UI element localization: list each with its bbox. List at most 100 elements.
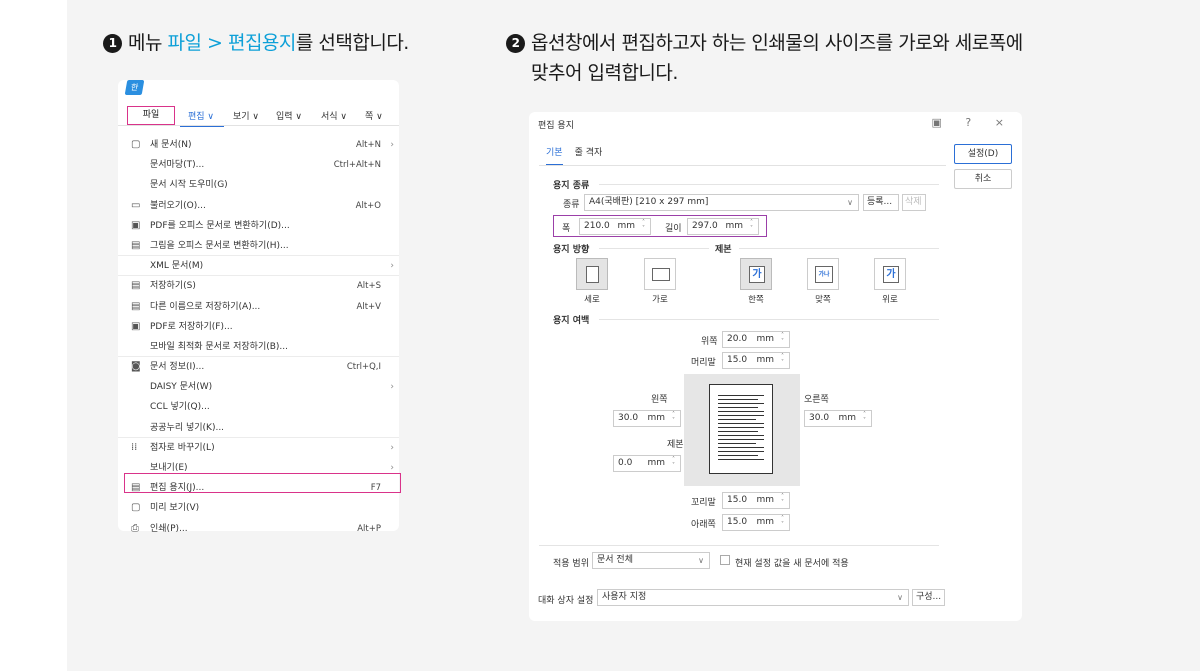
- delete-button[interactable]: 삭제: [902, 194, 926, 211]
- file-menu-item[interactable]: ⁞⁞ 점자로 바꾸기(L) ›: [118, 438, 399, 458]
- file-menu-item[interactable]: ◙ 문서 정보(I)... Ctrl+Q,I: [118, 357, 399, 377]
- file-menu-item[interactable]: ▢ 미리 보기(V): [118, 498, 399, 518]
- section-margins: 용지 여백: [553, 316, 590, 326]
- margin-right-input[interactable]: 30.0 mm ˄ ˅: [804, 410, 872, 427]
- binding-top-icon: 가: [883, 266, 899, 283]
- file-menu-item[interactable]: DAISY 문서(W) ›: [118, 377, 399, 397]
- menu-page[interactable]: 쪽 ∨: [365, 109, 383, 122]
- file-menu-item-label: 문서 정보(I)...: [150, 362, 205, 373]
- dialog-window-controls[interactable]: ▣ ? ×: [932, 116, 1014, 129]
- spin-icon[interactable]: ˄ ˅: [669, 412, 678, 425]
- binding-top-button[interactable]: 가: [874, 258, 906, 290]
- section-orientation: 용지 방향: [553, 245, 590, 255]
- portrait-button[interactable]: [576, 258, 608, 290]
- file-menu-item[interactable]: 문서마당(T)... Ctrl+Alt+N: [118, 155, 399, 175]
- file-menu-item[interactable]: ▤ 편집 용지(J)... F7: [118, 478, 399, 498]
- menu-view[interactable]: 보기 ∨: [233, 109, 259, 122]
- shortcut-label: F7: [370, 483, 381, 494]
- tab-basic[interactable]: 기본: [546, 145, 563, 166]
- margin-top-label: 위쪽: [701, 337, 718, 347]
- file-menu-item[interactable]: 보내기(E) ›: [118, 458, 399, 478]
- menu-file[interactable]: 파일: [127, 106, 175, 125]
- spin-icon[interactable]: ˄ ˅: [778, 354, 787, 367]
- spin-icon[interactable]: ˄ ˅: [860, 412, 869, 425]
- file-menu-item[interactable]: CCL 넣기(Q)...: [118, 397, 399, 417]
- binding-single-button[interactable]: 가: [740, 258, 772, 290]
- file-menu-item[interactable]: ▣ PDF로 저장하기(F)...: [118, 317, 399, 337]
- step-1-highlight: 파일 > 편집용지: [167, 32, 297, 54]
- margin-top-input[interactable]: 20.0 mm ˄ ˅: [722, 331, 790, 348]
- file-menu-item[interactable]: ▭ 불러오기(O)... Alt+O: [118, 196, 399, 216]
- dialog-settings-value: 사용자 지정: [602, 592, 647, 602]
- margin-header-input[interactable]: 15.0 mm ˄ ˅: [722, 352, 790, 369]
- shortcut-label: Alt+S: [356, 281, 381, 292]
- file-menu-item-label: 다른 이름으로 저장하기(A)...: [150, 301, 261, 312]
- stage: { "steps": { "step1": { "num": "1", "pre…: [0, 0, 1200, 671]
- portrait-label: 세로: [584, 295, 600, 305]
- file-menu-item-label: XML 문서(M): [150, 261, 204, 272]
- spin-icon[interactable]: ˄ ˅: [778, 494, 787, 507]
- portrait-icon: [586, 266, 599, 283]
- spin-icon[interactable]: ˄ ˅: [778, 516, 787, 529]
- preview-line: [718, 427, 764, 428]
- menu-edit[interactable]: 편집 ∨: [188, 109, 214, 122]
- pdf-icon: ▣: [131, 219, 141, 231]
- margin-bottom-input[interactable]: 15.0 mm ˄ ˅: [722, 514, 790, 531]
- file-menu-item[interactable]: 공공누리 넣기(K)...: [118, 418, 399, 438]
- preview-line: [718, 459, 764, 460]
- file-menu-item-label: DAISY 문서(W): [150, 382, 213, 393]
- step-2-caption: 2 옵션창에서 편집하고자 하는 인쇄물의 사이즈를 가로와 세로폭에 맞추어 입…: [506, 28, 1023, 88]
- file-menu-item-label: 그림을 오피스 문서로 변환하기(H)...: [150, 240, 289, 251]
- file-menu-item[interactable]: XML 문서(M) ›: [118, 256, 399, 277]
- configure-button[interactable]: 구성...: [912, 589, 945, 606]
- margin-gutter-value: 0.0: [618, 458, 633, 468]
- chevron-right-icon: ›: [390, 140, 394, 150]
- file-menu-item-label: 인쇄(P)...: [150, 523, 188, 534]
- dialog-settings-select[interactable]: 사용자 지정 ∨: [597, 589, 909, 606]
- preview-line: [718, 423, 764, 424]
- margin-footer-input[interactable]: 15.0 mm ˄ ˅: [722, 492, 790, 509]
- preview-line: [718, 455, 758, 456]
- chevron-right-icon: ›: [390, 382, 394, 393]
- margin-gutter-label: 제본: [667, 440, 684, 450]
- step-2-number: 2: [506, 34, 525, 53]
- section-line: [739, 248, 939, 249]
- file-menu-item[interactable]: ▤ 저장하기(S) Alt+S: [118, 276, 399, 296]
- landscape-label: 가로: [652, 295, 668, 305]
- apply-range-select[interactable]: 문서 전체 ∨: [592, 552, 710, 569]
- preview-line: [718, 443, 756, 444]
- doc-info-icon: ◙: [131, 361, 141, 373]
- margin-footer-unit: mm: [756, 495, 774, 505]
- tab-grid[interactable]: 줄 격자: [575, 145, 603, 164]
- file-menu-item-label: 보내기(E): [150, 463, 188, 473]
- cancel-button[interactable]: 취소: [954, 169, 1012, 189]
- file-menu-item[interactable]: ▤ 그림을 오피스 문서로 변환하기(H)...: [118, 236, 399, 257]
- file-menu-item[interactable]: 모바일 최적화 문서로 저장하기(B)...: [118, 337, 399, 358]
- chevron-right-icon: ›: [390, 463, 394, 473]
- margin-left-input[interactable]: 30.0 mm ˄ ˅: [613, 410, 681, 427]
- binding-top-label: 위로: [882, 295, 898, 305]
- margin-gutter-input[interactable]: 0.0 mm ˄ ˅: [613, 455, 681, 472]
- register-button[interactable]: 등록...: [863, 194, 899, 211]
- file-menu-item[interactable]: ⎙ 인쇄(P)... Alt+P: [118, 519, 399, 539]
- file-menu-item[interactable]: 문서 시작 도우미(G): [118, 175, 399, 195]
- margin-footer-label: 꼬리말: [691, 498, 716, 508]
- file-menu-item[interactable]: ▢ 새 문서(N) Alt+N ›: [118, 135, 399, 155]
- ok-button[interactable]: 설정(D): [954, 144, 1012, 164]
- spin-icon[interactable]: ˄ ˅: [669, 457, 678, 470]
- spin-icon[interactable]: ˄ ˅: [778, 333, 787, 346]
- paper-kind-value: A4(국배판) [210 x 297 mm]: [589, 197, 709, 207]
- print-icon: ⎙: [131, 522, 139, 534]
- paper-kind-select[interactable]: A4(국배판) [210 x 297 mm] ∨: [584, 194, 859, 211]
- apply-new-doc-checkbox[interactable]: [720, 555, 730, 565]
- page-setup-dialog: 편집 용지 ▣ ? × 기본 줄 격자 설정(D) 취소 용지 종류 종류 A4(…: [529, 112, 1022, 621]
- chevron-right-icon: ›: [390, 442, 394, 453]
- file-menu-item[interactable]: ▣ PDF를 오피스 문서로 변환하기(D)...: [118, 216, 399, 236]
- section-line: [599, 319, 939, 320]
- menu-input[interactable]: 입력 ∨: [276, 109, 302, 122]
- size-highlight: [553, 215, 767, 237]
- binding-facing-button[interactable]: 가나: [807, 258, 839, 290]
- file-menu-item[interactable]: ▤ 다른 이름으로 저장하기(A)... Alt+V: [118, 297, 399, 317]
- landscape-button[interactable]: [644, 258, 676, 290]
- menu-format[interactable]: 서식 ∨: [321, 109, 347, 122]
